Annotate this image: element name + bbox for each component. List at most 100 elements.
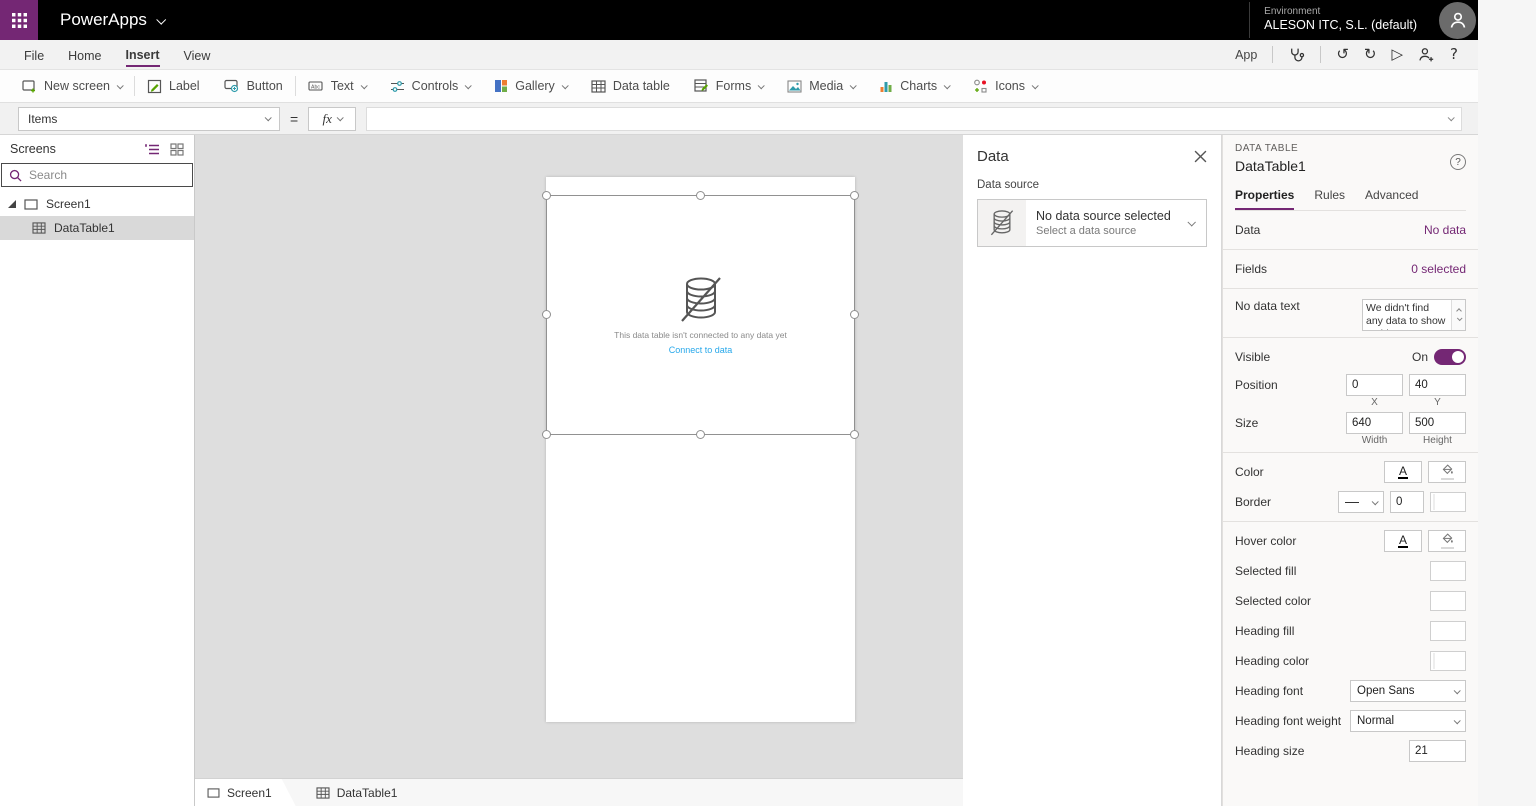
property-label: Heading size [1235,744,1304,758]
fill-color-button[interactable] [1428,461,1466,483]
undo-button[interactable]: ↺ [1336,47,1349,62]
size-width-input[interactable] [1346,412,1403,434]
chevron-down-icon [1454,687,1461,694]
formula-expand-chevron[interactable] [1448,114,1455,121]
ribbon-label: Button [247,79,283,93]
data-source-title: No data source selected [1036,209,1178,223]
datatable-control-selection[interactable]: This data table isn't connected to any d… [546,195,855,435]
ribbon-gallery[interactable]: Gallery [482,70,579,102]
empty-state-message: This data table isn't connected to any d… [614,330,787,340]
hover-fill-color-button[interactable] [1428,530,1466,552]
ribbon-new-screen[interactable]: New screen [10,70,134,102]
visible-toggle[interactable] [1434,349,1466,365]
screen-artboard[interactable]: This data table isn't connected to any d… [546,177,855,722]
breadcrumb-screen1[interactable]: Screen1 [195,779,296,806]
border-color-swatch[interactable] [1430,492,1466,512]
app-title-menu[interactable]: PowerApps [60,10,164,30]
preview-play-button[interactable]: ▷ [1391,47,1403,62]
property-label: Visible [1235,350,1270,364]
menu-home[interactable]: Home [68,44,101,66]
top-bar: PowerApps Environment ALESON ITC, S.L. (… [0,0,1478,40]
ribbon-icons[interactable]: Icons [961,70,1049,102]
tab-advanced[interactable]: Advanced [1365,184,1418,210]
fields-value-link[interactable]: 0 selected [1411,262,1466,276]
divider [1223,521,1478,522]
help-button[interactable]: ? [1450,47,1458,62]
connect-to-data-link[interactable]: Connect to data [669,345,733,355]
grid-view-icon[interactable] [170,143,184,156]
property-row-selected-color: Selected color [1235,586,1466,616]
heading-color-swatch[interactable] [1430,651,1466,671]
user-avatar[interactable] [1439,2,1476,39]
breadcrumb-datatable1[interactable]: DataTable1 [304,779,410,806]
hover-text-color-button[interactable]: A [1384,530,1422,552]
fx-menu-button[interactable]: fx [308,107,356,131]
ribbon-controls[interactable]: Controls [378,70,483,102]
menu-view[interactable]: View [184,44,211,66]
environment-block[interactable]: Environment ALESON ITC, S.L. (default) [1249,2,1433,38]
control-name-row: DataTable1 ? [1235,154,1466,174]
tree-item-screen1[interactable]: Screen1 [0,192,194,216]
swatch-color [1433,653,1435,669]
heading-font-weight-select[interactable]: Normal [1350,710,1466,732]
canvas-area[interactable]: This data table isn't connected to any d… [195,135,963,806]
new-screen-icon [22,80,37,93]
text-color-button[interactable]: A [1384,461,1422,483]
property-label: No data text [1235,299,1300,313]
ribbon-button[interactable]: Button [212,70,295,102]
position-x-input[interactable] [1346,374,1403,396]
label-icon [147,79,162,94]
main-area: Screens Screen1 DataTable1 [0,135,1478,806]
property-label: Fields [1235,262,1267,276]
app-checker-button[interactable] [1288,46,1305,63]
ribbon-forms[interactable]: Forms [682,70,775,102]
waffle-menu-button[interactable] [0,0,38,40]
fill-bucket-icon [1441,533,1454,549]
menu-file[interactable]: File [24,44,44,66]
property-row-heading-color: Heading color [1235,646,1466,676]
border-thickness-input[interactable] [1390,491,1424,513]
equals-sign: = [290,111,298,127]
ribbon-text[interactable]: Abc Text [296,70,378,102]
selected-color-swatch[interactable] [1430,591,1466,611]
text-color-glyph: A [1398,534,1408,549]
control-type-label: DATA TABLE [1235,143,1466,154]
data-source-dropdown[interactable]: No data source selected Select a data so… [977,199,1207,247]
ribbon-media[interactable]: Media [775,70,867,102]
search-input[interactable] [29,168,185,182]
toggle-knob [1452,351,1464,363]
redo-button[interactable]: ↻ [1364,47,1377,62]
tree-item-datatable1[interactable]: DataTable1 [0,216,194,240]
tree-view-icon[interactable] [145,143,160,156]
close-button[interactable] [1194,150,1207,163]
no-data-text-input[interactable]: We didn't find any data to show at this [1363,300,1451,330]
property-selector[interactable]: Items [18,107,280,131]
ribbon-data-table[interactable]: Data table [579,70,682,102]
chevron-down-icon [1454,717,1461,724]
heading-font-select[interactable]: Open Sans [1350,680,1466,702]
menu-insert[interactable]: Insert [126,43,160,67]
text-color-glyph: A [1398,465,1408,480]
tab-rules[interactable]: Rules [1314,184,1345,210]
ribbon-label: Controls [412,79,459,93]
ribbon-charts[interactable]: Charts [867,70,961,102]
text-spinner[interactable] [1451,300,1465,330]
fx-label: fx [322,111,331,127]
heading-fill-swatch[interactable] [1430,621,1466,641]
border-style-select[interactable] [1338,491,1384,513]
data-source-icon-wrap [978,200,1026,246]
forms-icon [694,79,709,93]
selected-fill-swatch[interactable] [1430,561,1466,581]
tab-properties[interactable]: Properties [1235,184,1294,210]
formula-input[interactable] [375,112,1448,126]
ribbon-label[interactable]: Label [135,70,212,102]
position-y-input[interactable] [1409,374,1466,396]
tree-expander-icon[interactable] [8,200,16,208]
size-height-input[interactable] [1409,412,1466,434]
heading-size-input[interactable] [1409,740,1466,762]
property-row-heading-font: Heading font Open Sans [1235,676,1466,706]
datatable-empty-state: This data table isn't connected to any d… [547,196,854,434]
help-button[interactable]: ? [1450,154,1466,170]
data-value-link[interactable]: No data [1424,223,1466,237]
share-button[interactable] [1418,46,1435,63]
